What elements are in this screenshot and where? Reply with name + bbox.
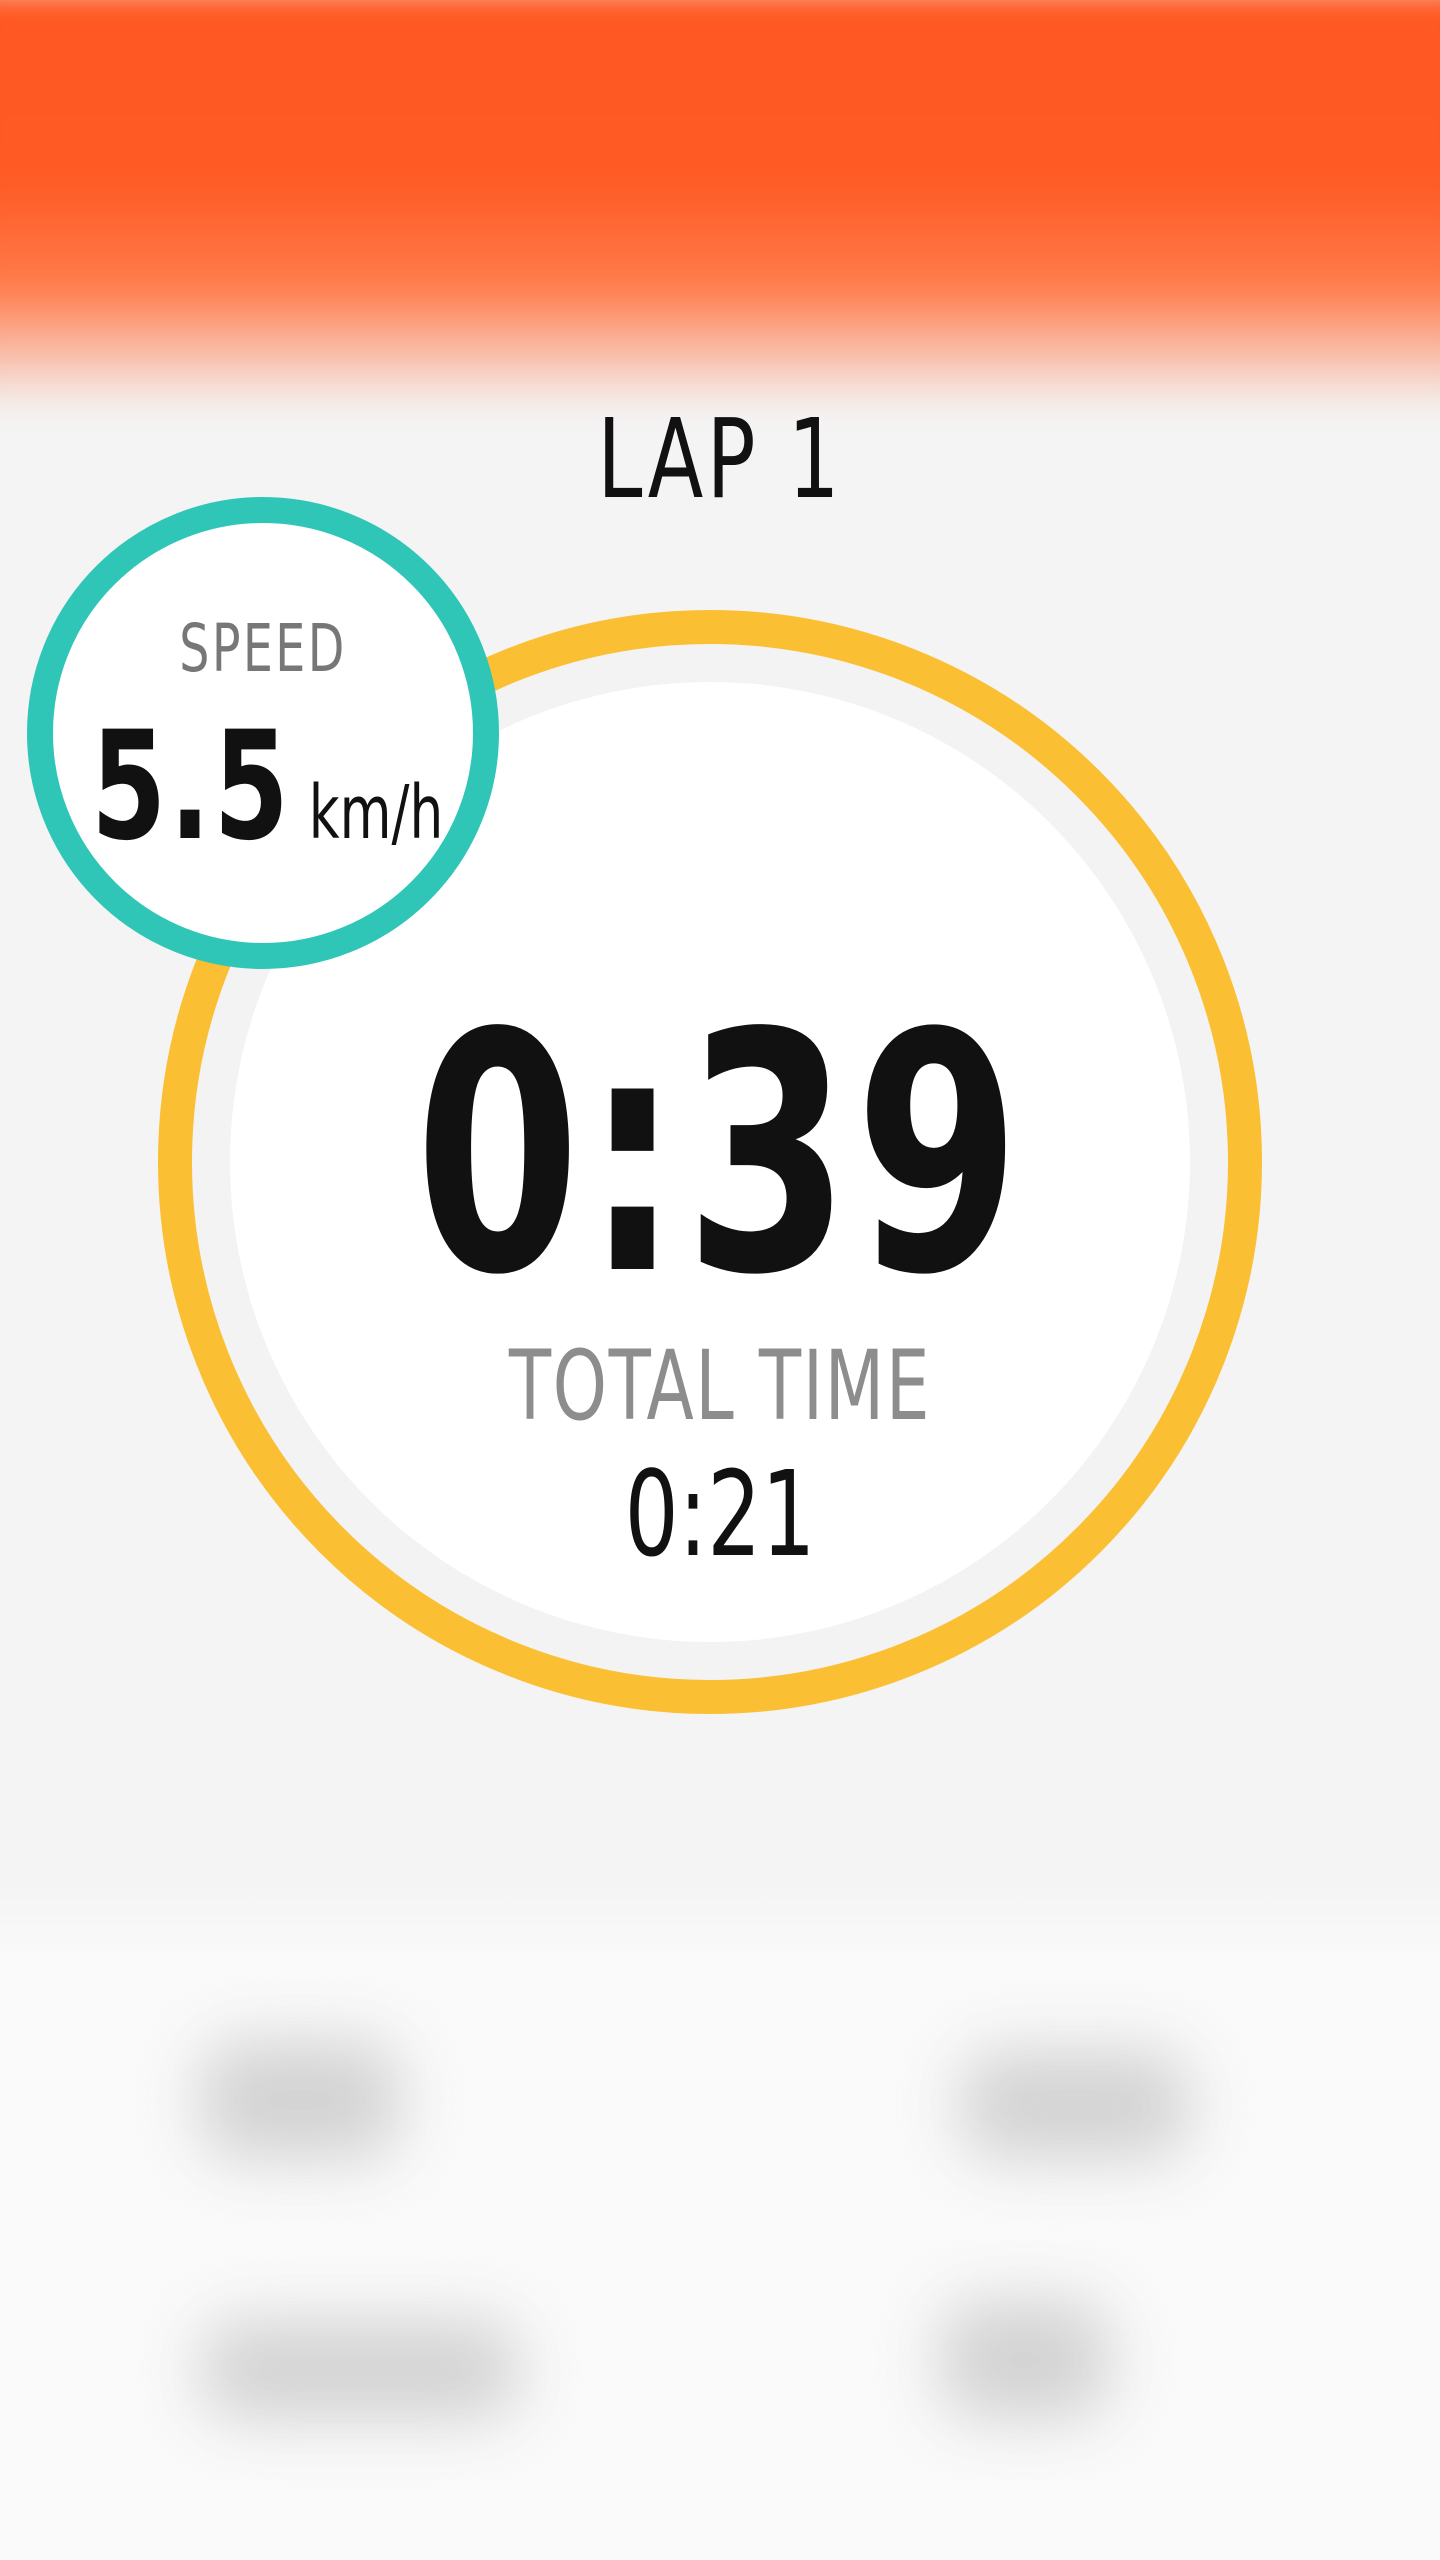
blurred-control <box>200 2040 400 2160</box>
total-time-value: 0:21 <box>624 1445 816 1583</box>
blurred-control <box>960 2050 1190 2160</box>
blurred-controls-area <box>0 1880 1440 2560</box>
speed-value: 5.5 <box>91 700 293 874</box>
header-banner <box>0 0 1440 411</box>
total-time-label: TOTAL TIME <box>508 1330 932 1442</box>
blurred-control <box>200 2320 520 2420</box>
speed-unit: km/h <box>308 770 444 856</box>
speed-label: SPEED <box>179 610 347 687</box>
blurred-control <box>940 2300 1110 2420</box>
speed-readout: 5.5 km/h <box>27 700 499 874</box>
lap-time-value: 0:39 <box>415 963 1025 1347</box>
